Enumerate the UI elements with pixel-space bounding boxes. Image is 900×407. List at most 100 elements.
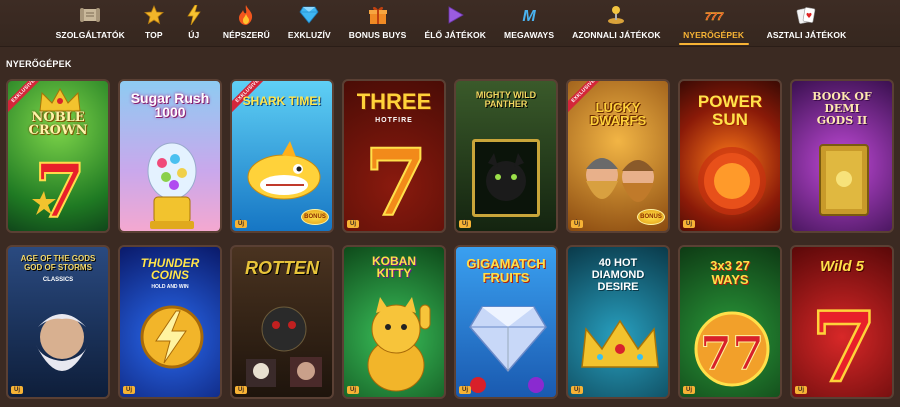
nav-item-slots[interactable]: 777 NYERŐGÉPEK bbox=[670, 0, 758, 46]
seven-symbol: 7 bbox=[32, 149, 87, 225]
game-title: POWER SUN bbox=[697, 92, 763, 129]
nav-item-exclusive[interactable]: EXKLUZÍV bbox=[279, 0, 340, 46]
new-badge: Új bbox=[123, 386, 135, 394]
svg-text:♥: ♥ bbox=[806, 12, 812, 20]
nav-label: ÉLŐ JÁTÉKOK bbox=[424, 30, 487, 40]
game-card-power-sun[interactable]: POWER SUN Új bbox=[678, 79, 782, 233]
new-badge: Új bbox=[795, 386, 807, 394]
svg-text:77: 77 bbox=[700, 326, 764, 380]
game-card-mighty-wild-panther[interactable]: MIGHTY WILD PANTHER Új bbox=[454, 79, 558, 233]
nav-label: MEGAWAYS bbox=[504, 30, 555, 40]
nav-label: AZONNALI JÁTÉKOK bbox=[572, 30, 661, 40]
masked-figures bbox=[246, 306, 322, 387]
double-seven-symbol: 77 bbox=[694, 311, 770, 387]
star-icon bbox=[143, 5, 165, 25]
game-title: ROTTEN bbox=[245, 258, 319, 278]
nav-label: NYERŐGÉPEK bbox=[683, 30, 745, 40]
game-card-shark-time[interactable]: EXKLUSIVE SHARK TIME! BONUS Új bbox=[230, 79, 334, 233]
new-badge: Új bbox=[347, 220, 359, 228]
nav-label: ASZTALI JÁTÉKOK bbox=[766, 30, 847, 40]
cards-icon: ♥ bbox=[795, 5, 817, 25]
joystick-icon bbox=[605, 5, 627, 25]
game-card-book-of-demi-gods-ii[interactable]: BOOK OF DEMI GODS II bbox=[790, 79, 894, 233]
nav-divider bbox=[0, 46, 900, 47]
sun-symbol bbox=[698, 147, 766, 215]
lightning-coin bbox=[140, 305, 204, 369]
nav-item-table-games[interactable]: ♥ ASZTALI JÁTÉKOK bbox=[758, 0, 856, 46]
active-tab-indicator bbox=[678, 43, 749, 45]
flame-icon bbox=[235, 5, 257, 25]
game-title: AGE OF THE GODS GOD OF STORMS bbox=[20, 254, 96, 272]
new-badge: Új bbox=[683, 386, 695, 394]
game-title: LUCKY DWARFS bbox=[589, 100, 647, 128]
scroll-icon bbox=[79, 5, 101, 25]
nav-item-top[interactable]: TOP bbox=[134, 0, 174, 46]
play-icon bbox=[444, 5, 466, 25]
svg-text:7: 7 bbox=[366, 133, 426, 223]
nav-label: SZOLGÁLTATÓK bbox=[55, 30, 125, 40]
new-badge: Új bbox=[235, 220, 247, 228]
seven-symbol: 7 bbox=[810, 293, 878, 389]
book-symbol bbox=[819, 144, 869, 216]
nav-label: EXKLUZÍV bbox=[287, 30, 331, 40]
game-grid: EXKLUSIVE NOBLE CROWN 7 Sugar Rush 1000 … bbox=[6, 79, 894, 399]
seven-symbol: 7 bbox=[366, 133, 426, 223]
new-badge: Új bbox=[459, 386, 471, 394]
game-subtitle: HOLD AND WIN bbox=[151, 284, 189, 290]
game-card-rotten[interactable]: ROTTEN Új bbox=[230, 245, 334, 399]
game-title: BOOK OF DEMI GODS II bbox=[812, 90, 872, 128]
game-subtitle: CLASSICS bbox=[42, 277, 74, 283]
game-title: Wild 5 bbox=[819, 258, 865, 275]
new-badge: Új bbox=[347, 386, 359, 394]
new-badge: Új bbox=[571, 220, 583, 228]
lucky-cat bbox=[367, 297, 431, 392]
gift-icon bbox=[367, 5, 389, 25]
game-title: 40 HOT DIAMOND DESIRE bbox=[591, 257, 645, 294]
bonus-badge: BONUS bbox=[301, 209, 329, 225]
nav-label: BONUS BUYS bbox=[348, 30, 407, 40]
fruit-symbols bbox=[470, 377, 544, 393]
nav-item-instant-games[interactable]: AZONNALI JÁTÉKOK bbox=[563, 0, 670, 46]
bonus-badge: BONUS bbox=[637, 209, 665, 225]
game-card-god-of-storms[interactable]: AGE OF THE GODS GOD OF STORMS CLASSICS Ú… bbox=[6, 245, 110, 399]
game-card-sugar-rush-1000[interactable]: Sugar Rush 1000 bbox=[118, 79, 222, 233]
svg-text:777: 777 bbox=[704, 11, 723, 23]
nav-item-providers[interactable]: SZOLGÁLTATÓK bbox=[47, 0, 134, 46]
nav-item-bonus-buys[interactable]: BONUS BUYS bbox=[340, 0, 416, 46]
game-title: 3x3 27 WAYS bbox=[710, 258, 750, 288]
diamond-icon bbox=[298, 5, 320, 25]
shark-mascot bbox=[247, 141, 321, 200]
new-badge: Új bbox=[235, 386, 247, 394]
game-title: THREE bbox=[356, 89, 432, 114]
game-card-3x3-27-ways[interactable]: 3x3 27 WAYS 77 Új bbox=[678, 245, 782, 399]
new-badge: Új bbox=[11, 386, 23, 394]
game-title: SHARK TIME! bbox=[242, 94, 322, 108]
game-card-koban-kitty[interactable]: KOBAN KITTY Új bbox=[342, 245, 446, 399]
game-card-wild-5[interactable]: Wild 5 7 Új bbox=[790, 245, 894, 399]
svg-text:M: M bbox=[522, 8, 536, 24]
nav-item-live-games[interactable]: ÉLŐ JÁTÉKOK bbox=[415, 0, 495, 46]
game-card-three-hotfire[interactable]: THREE HOTFIRE 7 Új bbox=[342, 79, 446, 233]
category-nav: SZOLGÁLTATÓK TOP ÚJ NÉPSZERŰ EXKLUZÍV BO… bbox=[0, 0, 900, 46]
new-badge: Új bbox=[459, 220, 471, 228]
game-card-40-hot-diamond-desire[interactable]: 40 HOT DIAMOND DESIRE Új bbox=[566, 245, 670, 399]
new-badge: Új bbox=[683, 220, 695, 228]
gumball-machine bbox=[147, 142, 197, 229]
megaways-icon: M bbox=[518, 5, 540, 25]
game-subtitle: HOTFIRE bbox=[375, 117, 413, 124]
zeus-portrait bbox=[36, 314, 88, 371]
game-title: KOBAN KITTY bbox=[372, 254, 416, 280]
svg-text:7: 7 bbox=[34, 149, 86, 225]
game-card-gigamatch-fruits[interactable]: GIGAMATCH FRUITS Új bbox=[454, 245, 558, 399]
game-card-lucky-dwarfs[interactable]: EXKLUSIVE LUCKY DWARFS BONUS Új bbox=[566, 79, 670, 233]
nav-item-new[interactable]: ÚJ bbox=[174, 0, 214, 46]
game-card-thunder-coins[interactable]: THUNDER COINS HOLD AND WIN Új bbox=[118, 245, 222, 399]
game-title: THUNDER COINS bbox=[140, 256, 200, 282]
svg-text:7: 7 bbox=[811, 293, 878, 389]
nav-item-popular[interactable]: NÉPSZERŰ bbox=[214, 0, 279, 46]
nav-item-megaways[interactable]: M MEGAWAYS bbox=[495, 0, 563, 46]
game-card-noble-crown[interactable]: EXKLUSIVE NOBLE CROWN 7 bbox=[6, 79, 110, 233]
new-badge: Új bbox=[571, 386, 583, 394]
game-title: Sugar Rush 1000 bbox=[130, 90, 210, 120]
game-title: GIGAMATCH FRUITS bbox=[466, 256, 546, 285]
